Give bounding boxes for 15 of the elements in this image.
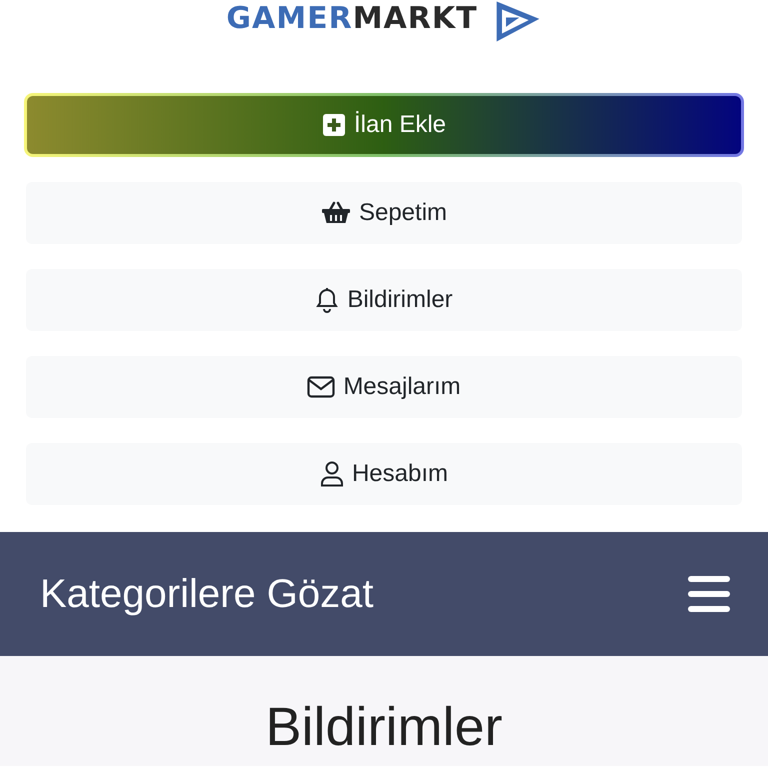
envelope-icon xyxy=(307,376,336,398)
bell-icon xyxy=(315,287,340,313)
menu-button[interactable]: Sepetim xyxy=(26,182,742,244)
page-heading: Bildirimler xyxy=(264,696,504,758)
logo-text: GAMERMARKT xyxy=(226,2,478,36)
navbar-title: Kategorilere Gözat xyxy=(40,571,374,618)
logo-icon xyxy=(494,0,542,43)
add-listing-button[interactable]: İlan Ekle xyxy=(24,93,744,157)
menu-button[interactable]: Mesajlarım xyxy=(26,356,742,418)
plus-square-icon xyxy=(322,113,346,137)
menu-button[interactable]: Bildirimler xyxy=(26,269,742,331)
basket-icon xyxy=(320,201,351,225)
menu-icon[interactable] xyxy=(688,576,730,612)
person-icon xyxy=(320,461,344,487)
menu-button[interactable]: Hesabım xyxy=(26,443,742,505)
